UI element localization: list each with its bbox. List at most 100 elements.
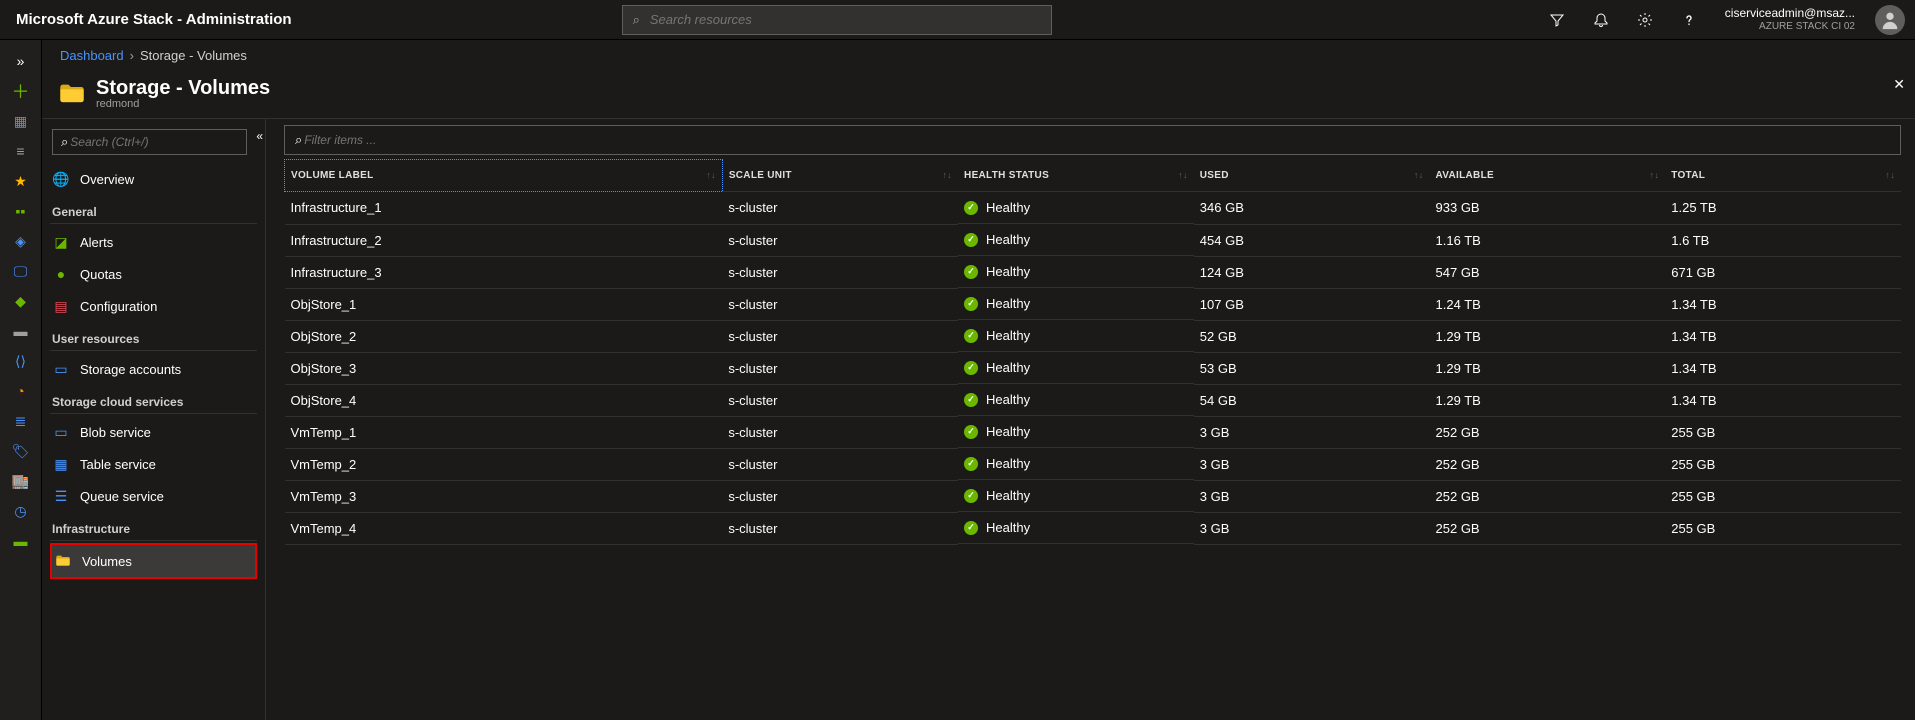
healthy-icon [964, 297, 978, 311]
nav-overview[interactable]: 🌐 Overview [50, 163, 257, 195]
folder-icon [58, 80, 86, 108]
col-volume-label[interactable]: VOLUME LABEL↑↓ [285, 160, 723, 192]
nav-volumes[interactable]: Volumes [52, 545, 255, 577]
cell-used: 52 GB [1194, 320, 1430, 352]
cell-total: 255 GB [1665, 512, 1901, 544]
rail-diamond[interactable]: ◆ [0, 286, 42, 316]
table-row[interactable]: VmTemp_1s-clusterHealthy3 GB252 GB255 GB [285, 416, 1902, 448]
rail-dashboard[interactable]: ▦ [0, 106, 42, 136]
sort-icon: ↑↓ [706, 170, 716, 180]
nav-table-service[interactable]: ▦ Table service [50, 448, 257, 480]
section-general: General [50, 195, 257, 224]
cell-scale: s-cluster [722, 352, 958, 384]
table-row[interactable]: Infrastructure_1s-clusterHealthy346 GB93… [285, 192, 1902, 225]
data-panel: ⌕ VOLUME LABEL↑↓ SCALE UNIT↑↓ HEALTH STA… [266, 119, 1915, 720]
sort-icon: ↑↓ [1178, 170, 1188, 180]
cell-volume: Infrastructure_1 [285, 192, 723, 225]
nav-storage-accounts[interactable]: ▭ Storage accounts [50, 353, 257, 385]
global-search[interactable]: ⌕ [622, 5, 1052, 35]
close-blade-button[interactable]: ✕ [1893, 76, 1905, 93]
settings-icon[interactable] [1623, 0, 1667, 40]
cell-scale: s-cluster [722, 192, 958, 225]
nav-label: Volumes [82, 554, 132, 569]
nav-configuration[interactable]: ▤ Configuration [50, 290, 257, 322]
notifications-icon[interactable] [1579, 0, 1623, 40]
section-cloud-services: Storage cloud services [50, 385, 257, 414]
rail-favorite[interactable]: ★ [0, 166, 42, 196]
rail-bar[interactable]: ▬ [0, 316, 42, 346]
rail-store[interactable]: 🏬 [0, 466, 42, 496]
filter-input[interactable] [302, 132, 1890, 148]
cell-used: 53 GB [1194, 352, 1430, 384]
rail-tag[interactable]: 🏷 [0, 436, 42, 466]
header-right: ciserviceadmin@msaz... AZURE STACK CI 02 [1535, 0, 1915, 40]
cell-total: 1.34 TB [1665, 320, 1901, 352]
healthy-icon [964, 233, 978, 247]
table-row[interactable]: VmTemp_4s-clusterHealthy3 GB252 GB255 GB [285, 512, 1902, 544]
blade-header: Storage - Volumes redmond ✕ [42, 70, 1915, 118]
nav-alerts[interactable]: ◪ Alerts [50, 226, 257, 258]
cell-volume: VmTemp_1 [285, 416, 723, 448]
avatar[interactable] [1875, 5, 1905, 35]
cell-scale: s-cluster [722, 480, 958, 512]
filter-icon[interactable] [1535, 0, 1579, 40]
nav-search[interactable]: ⌕ [52, 129, 247, 155]
filter-box[interactable]: ⌕ [284, 125, 1901, 155]
cell-available: 547 GB [1430, 256, 1666, 288]
cell-volume: VmTemp_4 [285, 512, 723, 544]
collapse-nav-button[interactable]: « [256, 129, 263, 143]
table-row[interactable]: Infrastructure_2s-clusterHealthy454 GB1.… [285, 224, 1902, 256]
rail-folder[interactable]: ▬ [0, 526, 42, 556]
col-available[interactable]: AVAILABLE↑↓ [1430, 160, 1666, 192]
rail-list[interactable]: ≡ [0, 136, 42, 166]
search-icon: ⌕ [633, 12, 640, 28]
breadcrumb: Dashboard › Storage - Volumes [42, 40, 1915, 70]
rail-gauge[interactable]: ◔ [0, 376, 42, 406]
rail-add[interactable]: ＋ [0, 76, 42, 106]
search-icon: ⌕ [61, 134, 68, 150]
user-account[interactable]: ciserviceadmin@msaz... AZURE STACK CI 02 [1711, 6, 1865, 32]
rail-code[interactable]: ⟨⟩ [0, 346, 42, 376]
cell-volume: VmTemp_3 [285, 480, 723, 512]
table-row[interactable]: VmTemp_2s-clusterHealthy3 GB252 GB255 GB [285, 448, 1902, 480]
cell-health: Healthy [958, 288, 1194, 320]
breadcrumb-root[interactable]: Dashboard [60, 48, 124, 63]
table-row[interactable]: ObjStore_2s-clusterHealthy52 GB1.29 TB1.… [285, 320, 1902, 352]
table-row[interactable]: ObjStore_4s-clusterHealthy54 GB1.29 TB1.… [285, 384, 1902, 416]
rail-lines[interactable]: ≣ [0, 406, 42, 436]
rail-monitor[interactable]: 🖵 [0, 256, 42, 286]
cell-total: 255 GB [1665, 416, 1901, 448]
nav-quotas[interactable]: ● Quotas [50, 258, 257, 290]
table-row[interactable]: ObjStore_1s-clusterHealthy107 GB1.24 TB1… [285, 288, 1902, 320]
col-total[interactable]: TOTAL↑↓ [1665, 160, 1901, 192]
nav-queue-service[interactable]: ☰ Queue service [50, 480, 257, 512]
config-icon: ▤ [52, 297, 70, 315]
table-icon: ▦ [52, 455, 70, 473]
cell-scale: s-cluster [722, 320, 958, 352]
user-email: ciserviceadmin@msaz... [1725, 6, 1855, 20]
rail-expand[interactable]: » [0, 46, 42, 76]
cell-health: Healthy [958, 480, 1194, 512]
cell-scale: s-cluster [722, 384, 958, 416]
cell-used: 3 GB [1194, 448, 1430, 480]
col-health-status[interactable]: HEALTH STATUS↑↓ [958, 160, 1194, 192]
table-row[interactable]: VmTemp_3s-clusterHealthy3 GB252 GB255 GB [285, 480, 1902, 512]
help-icon[interactable] [1667, 0, 1711, 40]
rail-cube[interactable]: ◈ [0, 226, 42, 256]
col-used[interactable]: USED↑↓ [1194, 160, 1430, 192]
nav-search-input[interactable] [68, 134, 238, 150]
healthy-icon [964, 425, 978, 439]
table-row[interactable]: Infrastructure_3s-clusterHealthy124 GB54… [285, 256, 1902, 288]
cell-used: 3 GB [1194, 480, 1430, 512]
search-input[interactable] [648, 11, 1041, 28]
cell-available: 933 GB [1430, 192, 1666, 225]
nav-blob-service[interactable]: ▭ Blob service [50, 416, 257, 448]
table-row[interactable]: ObjStore_3s-clusterHealthy53 GB1.29 TB1.… [285, 352, 1902, 384]
rail-grid[interactable]: ▪▪ [0, 196, 42, 226]
blob-icon: ▭ [52, 423, 70, 441]
chevron-right-icon: › [130, 48, 134, 63]
cell-volume: ObjStore_4 [285, 384, 723, 416]
col-scale-unit[interactable]: SCALE UNIT↑↓ [722, 160, 958, 192]
healthy-icon [964, 521, 978, 535]
rail-clock[interactable]: ◷ [0, 496, 42, 526]
